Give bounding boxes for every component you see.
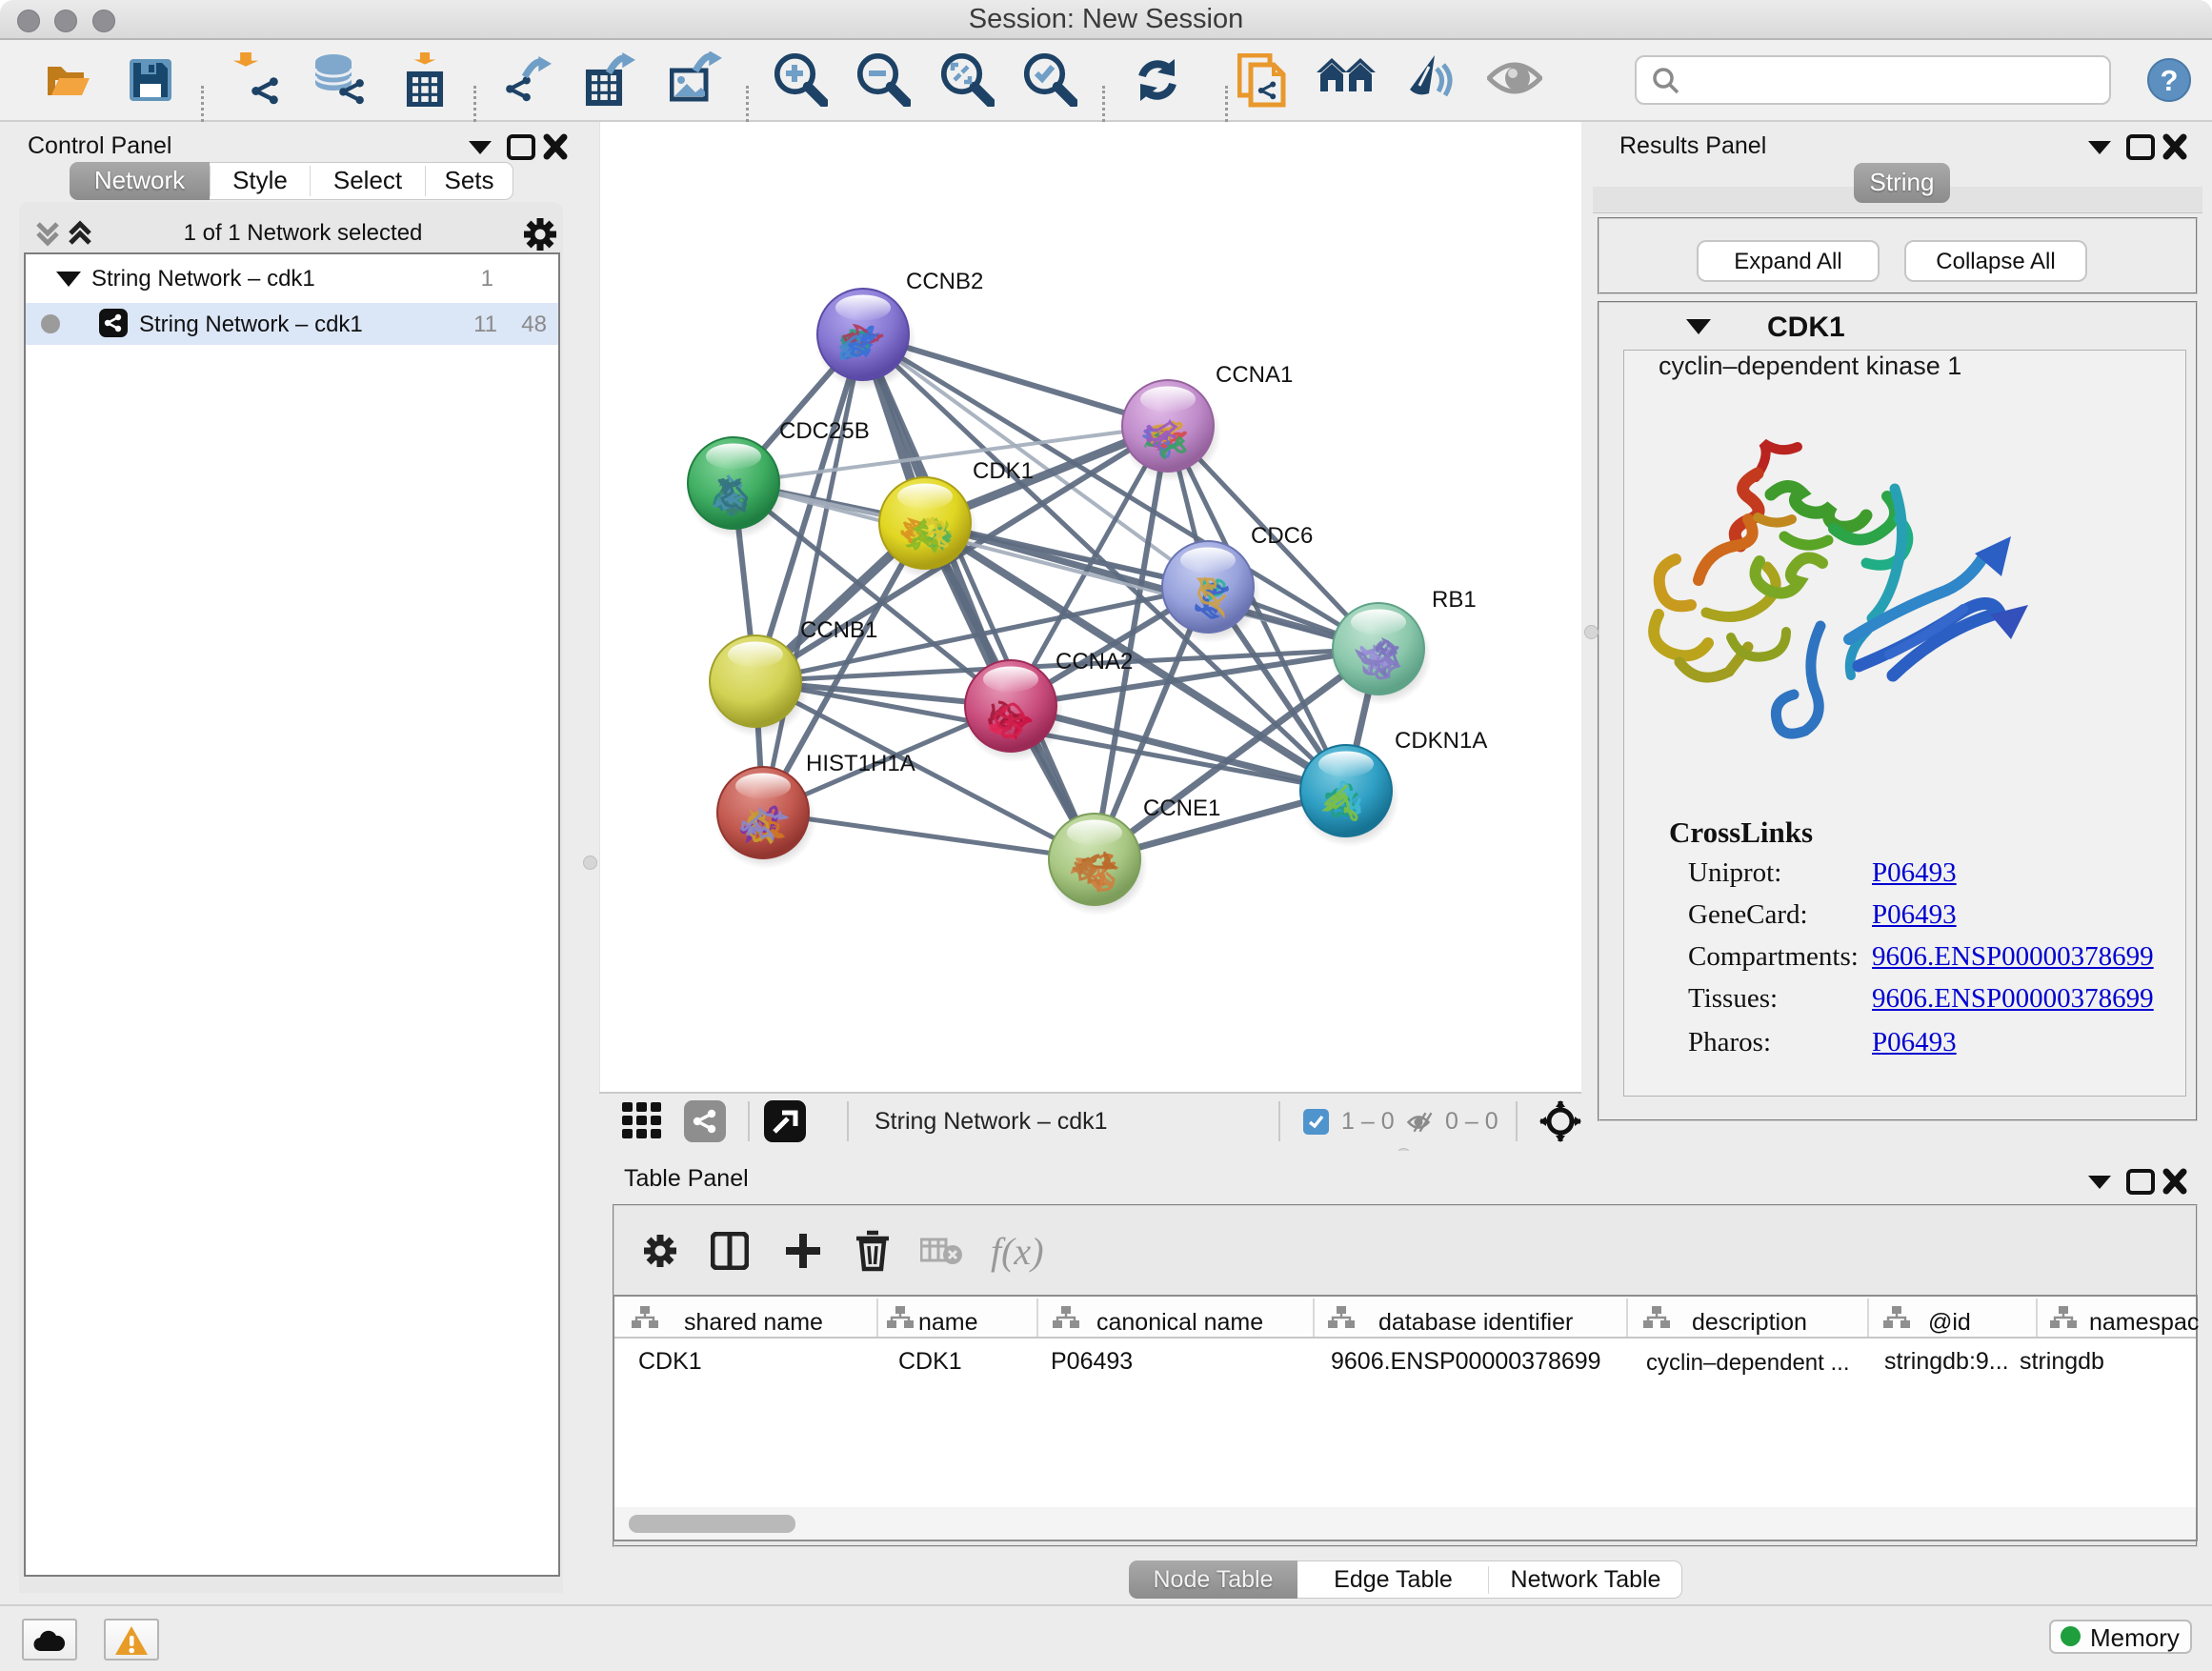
- svg-text:CCNE1: CCNE1: [1143, 795, 1220, 821]
- svg-text:CCNA1: CCNA1: [1216, 362, 1293, 388]
- svg-text:CDC25B: CDC25B: [779, 418, 870, 444]
- svg-text:CDK1: CDK1: [973, 458, 1034, 484]
- svg-text:CDKN1A: CDKN1A: [1395, 728, 1487, 754]
- svg-text:CCNA2: CCNA2: [1056, 649, 1133, 674]
- svg-text:HIST1H1A: HIST1H1A: [806, 751, 915, 776]
- svg-text:CCNB2: CCNB2: [906, 269, 983, 294]
- svg-text:RB1: RB1: [1432, 587, 1477, 613]
- svg-text:CCNB1: CCNB1: [800, 617, 877, 643]
- svg-text:CDC6: CDC6: [1251, 523, 1313, 549]
